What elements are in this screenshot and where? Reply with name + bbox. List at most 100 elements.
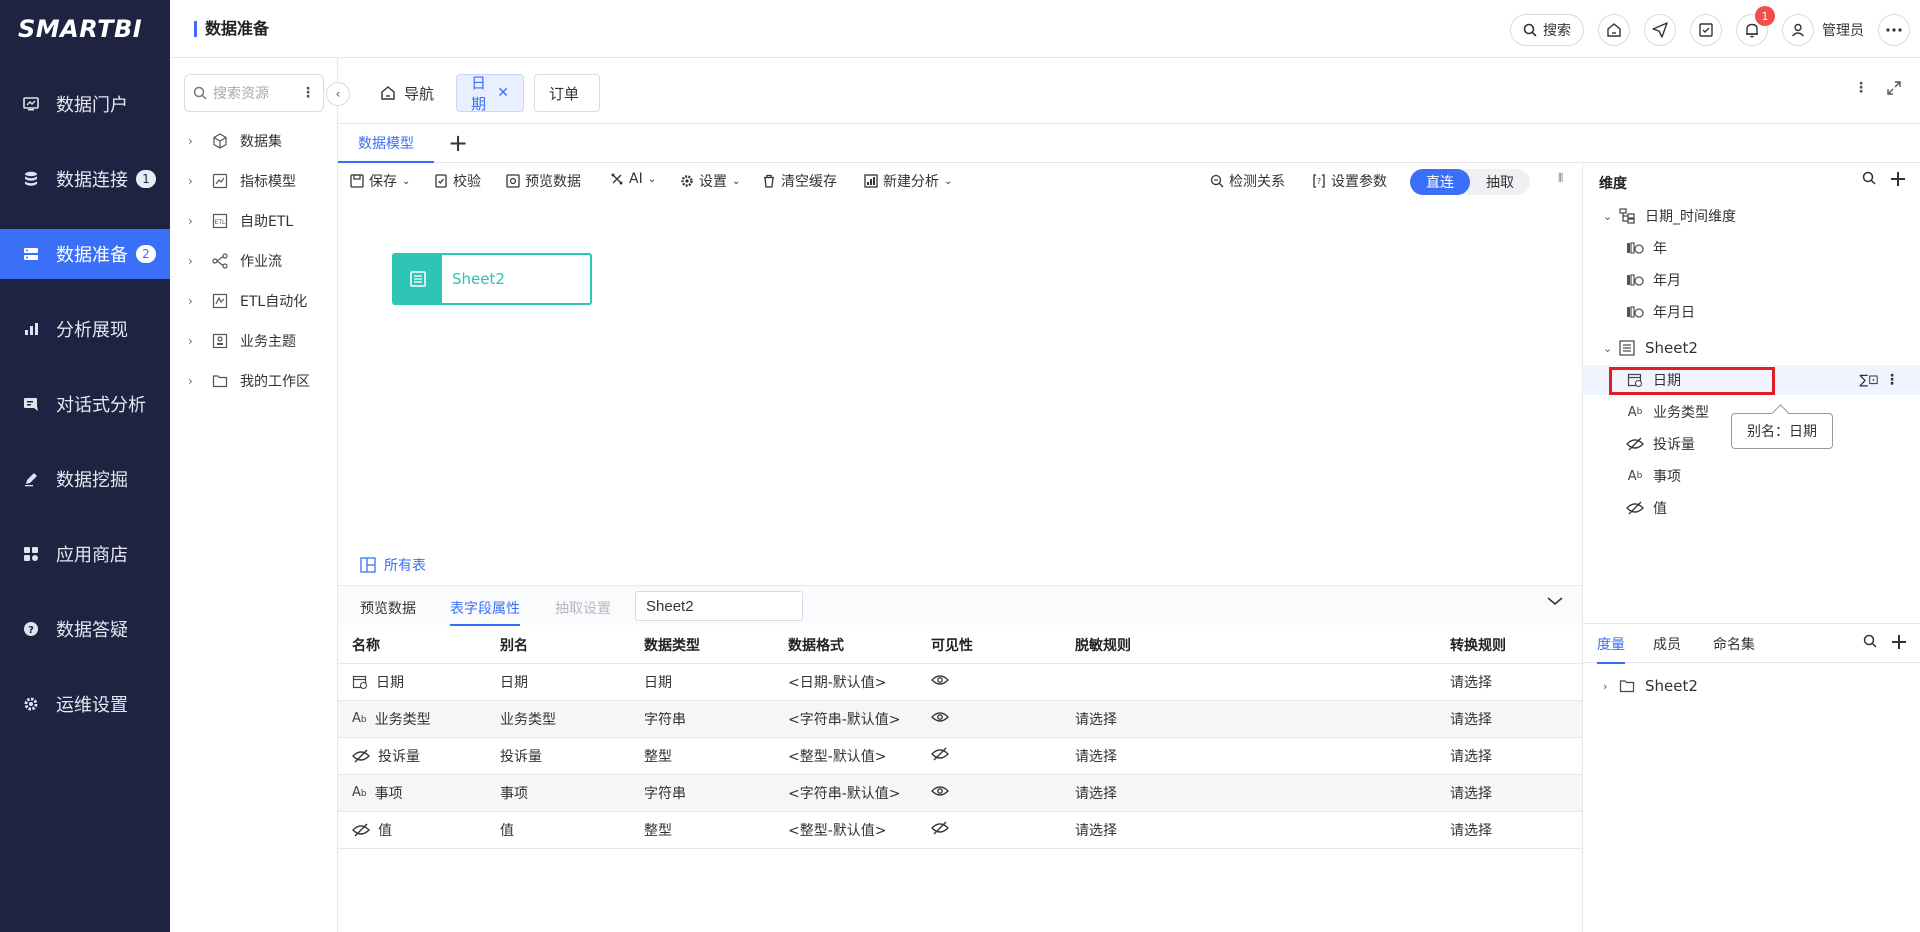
- table-row[interactable]: 投诉量 投诉量 整型 <整型-默认值> 请选择 请选择: [338, 737, 1582, 775]
- field-format[interactable]: <日期-默认值>: [774, 663, 917, 701]
- tree-item-time-dimension[interactable]: ⌄ 日期_时间维度: [1583, 201, 1920, 231]
- tree-item-year[interactable]: 年: [1583, 233, 1920, 263]
- preview-data-button[interactable]: 预览数据: [506, 171, 581, 191]
- tree-item-measure-sheet2[interactable]: › Sheet2: [1583, 671, 1920, 701]
- column-toggle-icon[interactable]: ⦀: [1558, 171, 1563, 186]
- chevron-right-icon[interactable]: ›: [188, 334, 202, 348]
- field-type[interactable]: 整型: [630, 811, 774, 849]
- nav-item-data-connection[interactable]: 数据连接 1: [0, 154, 170, 204]
- table-selector-input[interactable]: [635, 591, 803, 621]
- field-convert-rule[interactable]: 请选择: [1436, 700, 1582, 738]
- field-mask-rule[interactable]: [1061, 663, 1436, 701]
- field-convert-rule[interactable]: 请选择: [1436, 663, 1582, 701]
- set-params-button[interactable]: ? 设置参数: [1312, 171, 1387, 191]
- app-logo[interactable]: SMARTBI: [0, 0, 170, 58]
- global-search-button[interactable]: 搜索: [1510, 14, 1584, 46]
- add-tab-icon[interactable]: +: [448, 129, 468, 157]
- nav-item-analysis[interactable]: 分析展现: [0, 304, 170, 354]
- home-button[interactable]: [1598, 14, 1630, 46]
- save-button[interactable]: 保存 ⌄: [350, 171, 410, 191]
- field-type[interactable]: 日期: [630, 663, 774, 701]
- field-format[interactable]: <字符串-默认值>: [774, 774, 917, 812]
- query-mode-toggle[interactable]: 直连 抽取: [1410, 169, 1530, 195]
- tree-item-year-month-day[interactable]: 年月日: [1583, 297, 1920, 327]
- field-mask-rule[interactable]: 请选择: [1061, 811, 1436, 849]
- nav-item-data-portal[interactable]: 数据门户: [0, 79, 170, 129]
- field-alias[interactable]: 业务类型: [486, 700, 630, 738]
- field-mask-rule[interactable]: 请选择: [1061, 700, 1436, 738]
- field-convert-rule[interactable]: 请选择: [1436, 811, 1582, 849]
- mode-extract-option[interactable]: 抽取: [1470, 169, 1530, 195]
- field-convert-rule[interactable]: 请选择: [1436, 737, 1582, 775]
- all-tables-button[interactable]: 所有表: [360, 555, 426, 575]
- tab-field-properties[interactable]: 表字段属性: [450, 598, 520, 626]
- field-alias[interactable]: 值: [486, 811, 630, 849]
- nav-item-ops-settings[interactable]: 运维设置: [0, 679, 170, 729]
- tab-order[interactable]: 订单: [534, 74, 600, 112]
- collapse-panel-button[interactable]: ‹: [326, 82, 350, 106]
- user-menu[interactable]: 管理员: [1782, 14, 1864, 46]
- ai-button[interactable]: AI ⌄: [610, 171, 656, 187]
- field-mask-rule[interactable]: 请选择: [1061, 737, 1436, 775]
- table-row[interactable]: 值 值 整型 <整型-默认值> 请选择 请选择: [338, 811, 1582, 849]
- tab-data-model[interactable]: 数据模型: [338, 125, 434, 163]
- chevron-right-icon[interactable]: ›: [188, 134, 202, 148]
- new-analysis-button[interactable]: 新建分析 ⌄: [864, 171, 952, 191]
- resource-item-etl-automation[interactable]: › ETL自动化: [188, 289, 307, 313]
- field-alias[interactable]: 日期: [486, 663, 630, 701]
- eye-icon[interactable]: [931, 674, 949, 686]
- tab-named-sets[interactable]: 命名集: [1713, 634, 1755, 654]
- tree-item-matter[interactable]: Ab 事项: [1583, 461, 1920, 491]
- more-options-button[interactable]: [1878, 14, 1910, 46]
- tab-measure[interactable]: 度量: [1597, 634, 1625, 664]
- tasks-button[interactable]: [1690, 14, 1722, 46]
- search-icon[interactable]: [1862, 171, 1876, 185]
- clear-cache-button[interactable]: 清空缓存: [762, 171, 837, 191]
- resource-item-metric-model[interactable]: › 指标模型: [188, 169, 296, 193]
- tree-item-sheet2[interactable]: ⌄ Sheet2: [1583, 333, 1920, 363]
- field-mask-rule[interactable]: 请选择: [1061, 774, 1436, 812]
- search-icon[interactable]: [1863, 634, 1877, 648]
- field-format[interactable]: <整型-默认值>: [774, 811, 917, 849]
- chevron-down-icon[interactable]: [1546, 595, 1564, 611]
- chevron-right-icon[interactable]: ›: [188, 174, 202, 188]
- resource-item-business-topic[interactable]: › 业务主题: [188, 329, 296, 353]
- send-button[interactable]: [1644, 14, 1676, 46]
- add-icon[interactable]: [1890, 171, 1906, 187]
- field-type[interactable]: 字符串: [630, 774, 774, 812]
- resource-item-workflow[interactable]: › 作业流: [188, 249, 282, 273]
- nav-item-data-mining[interactable]: 数据挖掘: [0, 454, 170, 504]
- detect-relation-button[interactable]: 检测关系: [1210, 171, 1285, 191]
- nav-item-conversational-analysis[interactable]: 对话式分析: [0, 379, 170, 429]
- table-row[interactable]: 日期 日期 日期 <日期-默认值> 请选择: [338, 663, 1582, 701]
- tab-members[interactable]: 成员: [1653, 634, 1681, 654]
- more-vertical-icon[interactable]: ⋮: [1854, 80, 1868, 96]
- more-vertical-icon[interactable]: ⋮: [1885, 372, 1899, 388]
- resource-item-dataset[interactable]: › 数据集: [188, 129, 282, 153]
- field-type[interactable]: 字符串: [630, 700, 774, 738]
- eye-icon[interactable]: [931, 711, 949, 723]
- resource-item-self-etl[interactable]: › ETL 自助ETL: [188, 209, 293, 233]
- chevron-down-icon[interactable]: ⌄: [1603, 210, 1617, 223]
- mode-direct-option[interactable]: 直连: [1410, 169, 1470, 195]
- field-alias[interactable]: 投诉量: [486, 737, 630, 775]
- tab-navigation[interactable]: 导航: [366, 74, 448, 112]
- field-alias[interactable]: 事项: [486, 774, 630, 812]
- field-format[interactable]: <字符串-默认值>: [774, 700, 917, 738]
- chevron-right-icon[interactable]: ›: [188, 294, 202, 308]
- nav-item-app-store[interactable]: 应用商店: [0, 529, 170, 579]
- chevron-right-icon[interactable]: ›: [1603, 680, 1617, 693]
- more-vertical-icon[interactable]: ⋮: [301, 85, 315, 101]
- add-icon[interactable]: [1891, 634, 1907, 650]
- table-node-sheet2[interactable]: Sheet2: [392, 253, 592, 305]
- field-convert-rule[interactable]: 请选择: [1436, 774, 1582, 812]
- eye-off-icon[interactable]: [931, 747, 949, 761]
- eye-off-icon[interactable]: [931, 821, 949, 835]
- field-format[interactable]: <整型-默认值>: [774, 737, 917, 775]
- nav-item-data-preparation[interactable]: 数据准备 2: [0, 229, 170, 279]
- table-row[interactable]: Ab 事项 事项 字符串 <字符串-默认值> 请选择 请选择: [338, 774, 1582, 812]
- nav-item-data-qa[interactable]: ? 数据答疑: [0, 604, 170, 654]
- resource-search-box[interactable]: 搜索资源 ⋮: [184, 74, 324, 112]
- eye-icon[interactable]: [931, 785, 949, 797]
- settings-button[interactable]: 设置 ⌄: [680, 171, 740, 191]
